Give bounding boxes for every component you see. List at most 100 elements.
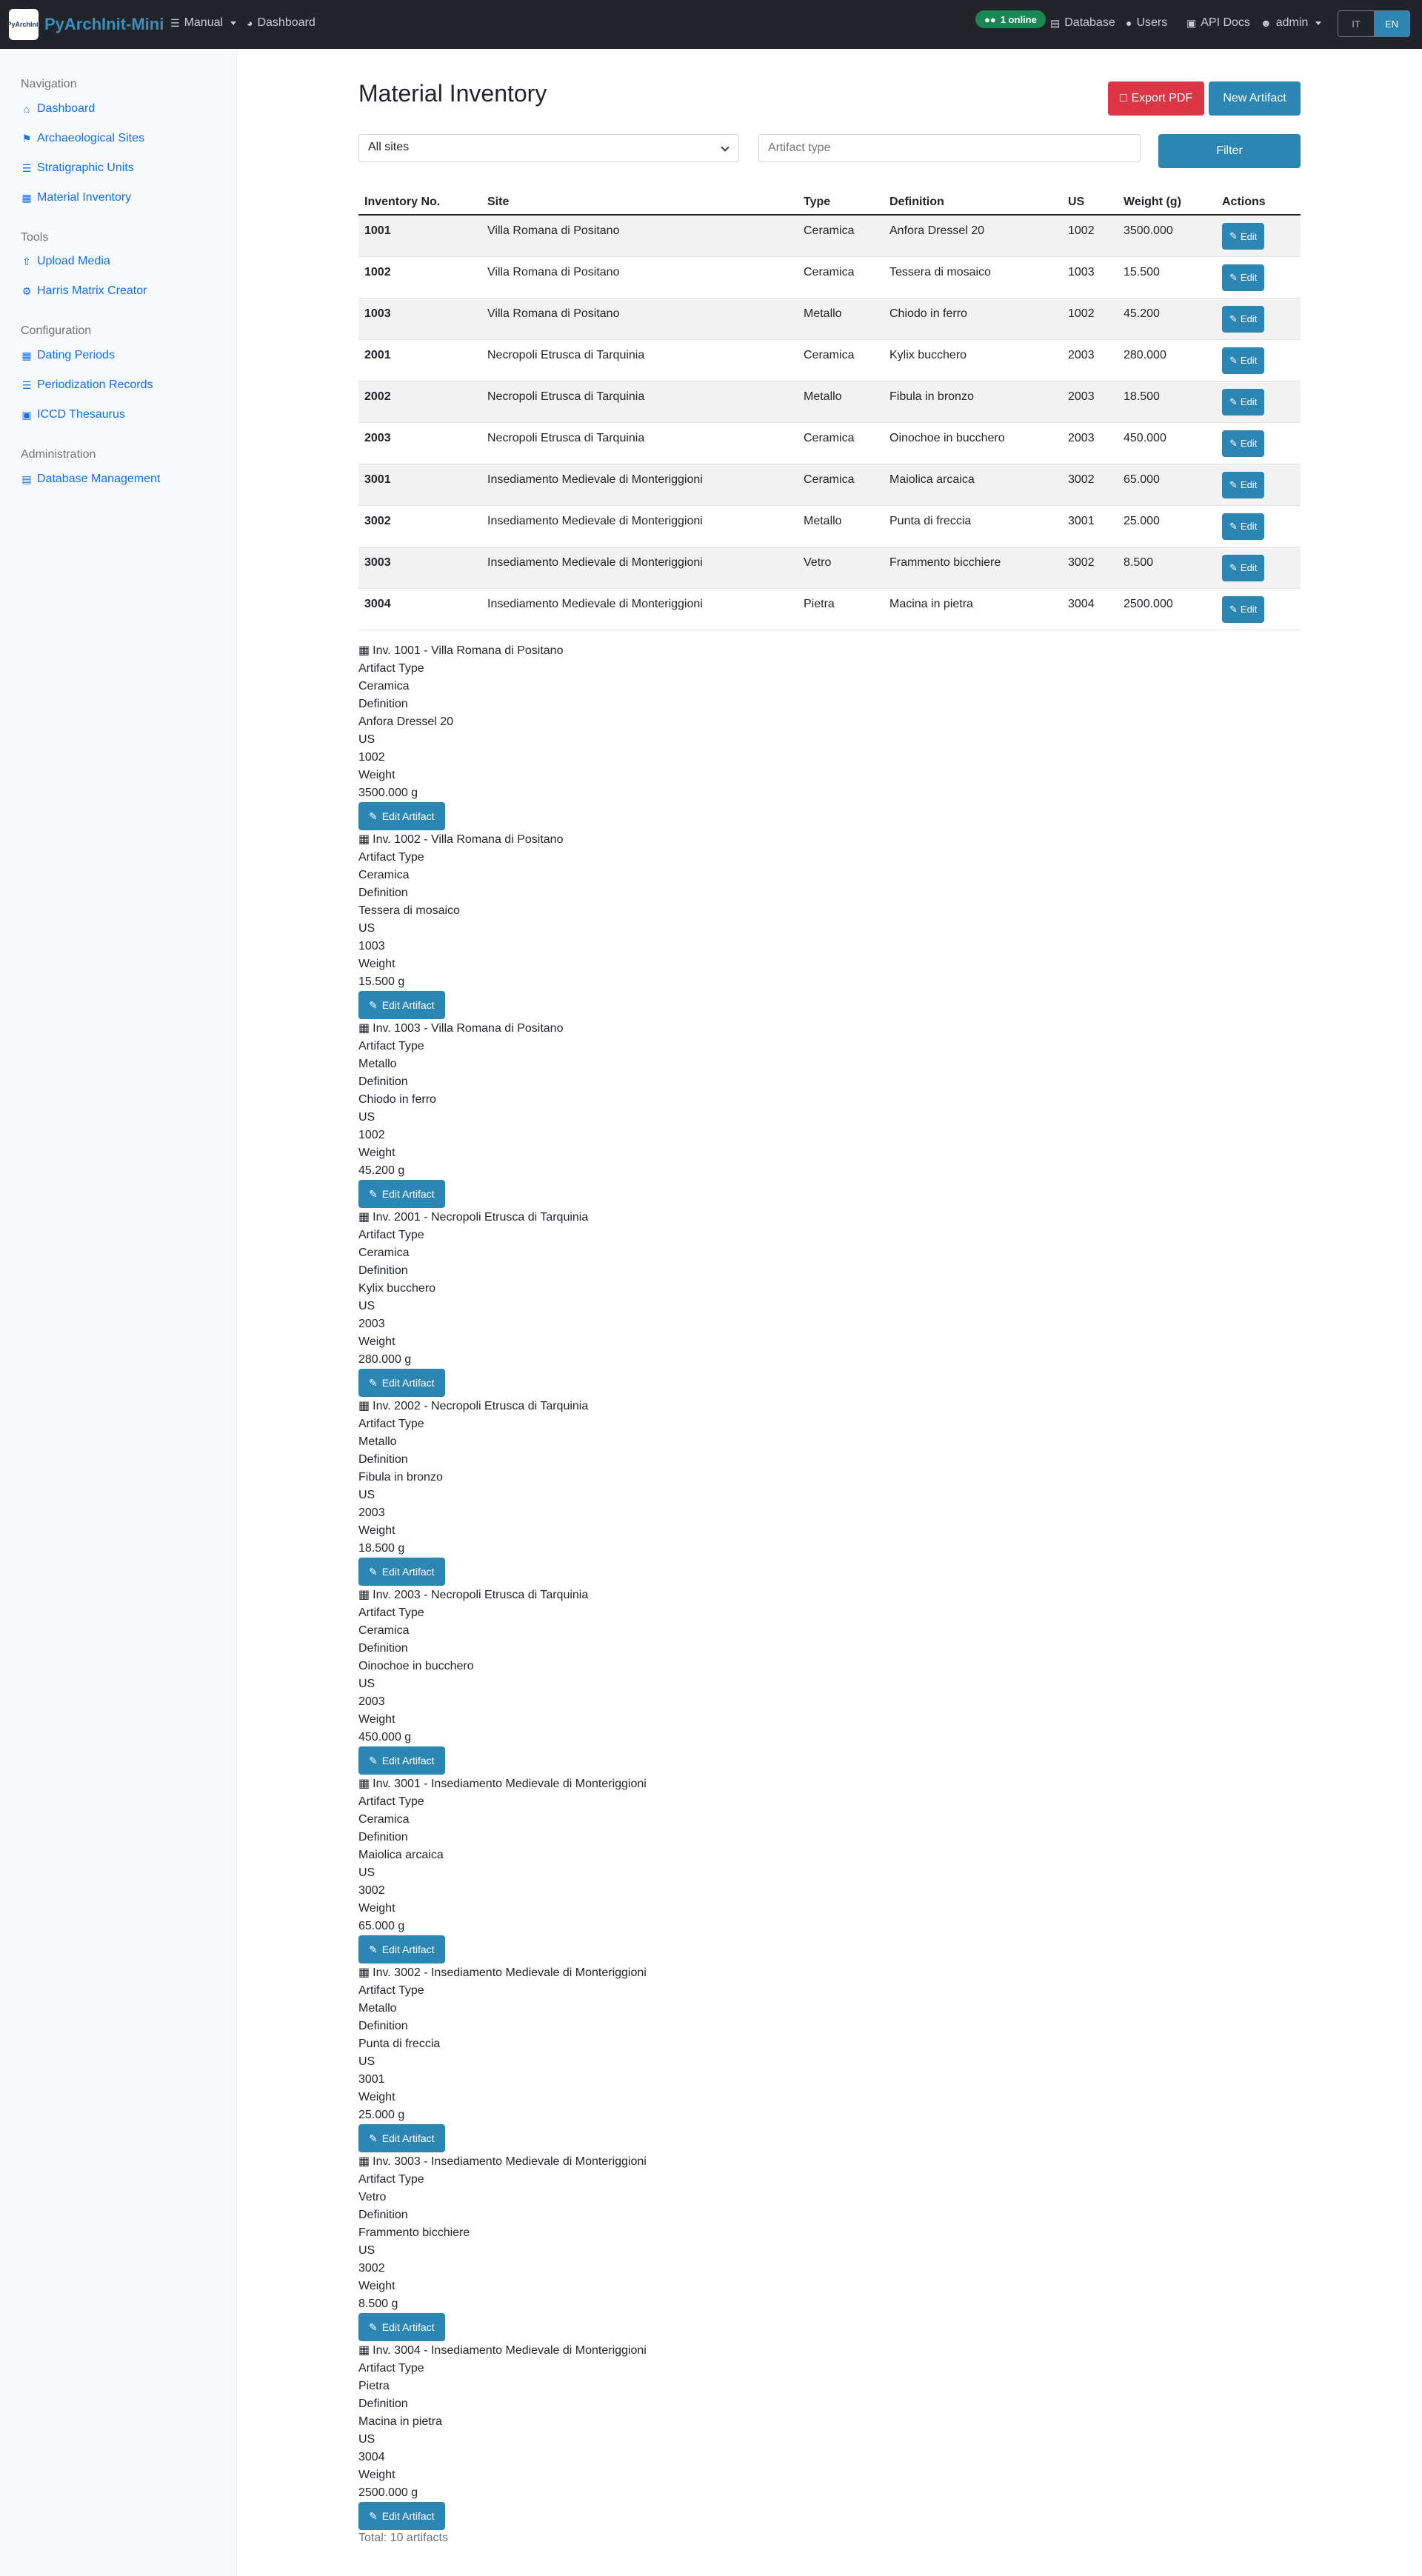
site-select[interactable]: All sites — [358, 134, 739, 162]
label-us: US — [358, 922, 375, 935]
value-definition: Chiodo in ferro — [358, 1093, 436, 1106]
sidebar-item-database-management[interactable]: ▤ Database Management — [21, 473, 160, 486]
export-pdf-label: Export PDF — [1131, 92, 1193, 104]
nav-api-docs-link[interactable]: ▣ API Docs — [1186, 16, 1250, 30]
edit-label: Edit — [1240, 521, 1258, 532]
edit-button[interactable]: ✎ Edit — [1222, 305, 1265, 333]
label-weight: Weight — [358, 2091, 395, 2103]
sidebar-item-stratigraphic-units[interactable]: ☰ Stratigraphic Units — [21, 161, 134, 175]
nav-database-link[interactable]: ▤ Database — [1050, 16, 1115, 30]
cell-definition: Anfora Dressel 20 — [884, 215, 1062, 257]
edit-button[interactable]: ✎ Edit — [1222, 264, 1265, 291]
sidebar-item-material-inventory[interactable]: ▦ Material Inventory — [21, 191, 131, 204]
table-row: 2001 Necropoli Etrusca di Tarquinia Cera… — [358, 339, 1301, 381]
value-weight: 8.500 g — [358, 2298, 398, 2310]
nav-users-link[interactable]: ● Users — [1126, 16, 1167, 30]
nav-dashboard-link[interactable]: ◕ Dashboard — [247, 16, 316, 30]
cell-site: Insediamento Medievale di Monteriggioni — [481, 505, 798, 547]
label-us: US — [358, 2055, 375, 2068]
sidebar-item-dashboard[interactable]: ⌂ Dashboard — [21, 102, 96, 116]
sidebar-item-label: Dating Periods — [37, 349, 115, 361]
edit-icon: ✎ — [1229, 354, 1238, 366]
layers-icon: ☰ — [21, 161, 32, 174]
value-definition: Anfora Dressel 20 — [358, 715, 454, 728]
edit-artifact-button[interactable]: ✎ Edit Artifact — [358, 1180, 445, 1208]
brand-logo[interactable]: PyArchInit — [7, 9, 41, 40]
label-us: US — [358, 1489, 375, 1501]
sidebar-item-upload-media[interactable]: ⇧ Upload Media — [21, 255, 110, 268]
edit-icon: ✎ — [1229, 396, 1238, 407]
value-definition: Frammento bicchiere — [358, 2226, 470, 2239]
card-title: Inv. 3002 - Insediamento Medievale di Mo… — [373, 1966, 647, 1979]
edit-artifact-label: Edit Artifact — [381, 1188, 435, 1200]
sidebar-item-periodization-records[interactable]: ☰ Periodization Records — [21, 378, 153, 392]
edit-artifact-button[interactable]: ✎ Edit Artifact — [358, 2502, 445, 2530]
sidebar-item-iccd-thesaurus[interactable]: ▣ ICCD Thesaurus — [21, 408, 124, 421]
edit-button[interactable]: ✎ Edit — [1222, 595, 1265, 623]
manual-menu[interactable]: ☰ Manual — [170, 16, 237, 30]
value-us: 1003 — [358, 940, 385, 952]
label-definition: Definition — [358, 2020, 408, 2032]
filter-button[interactable]: Filter — [1158, 134, 1301, 168]
top-navbar: PyArchInit PyArchInit-Mini ☰ Manual ◕ Da… — [0, 0, 1422, 49]
sidebar-item-label: Stratigraphic Units — [37, 161, 134, 174]
cell-type: Metallo — [798, 381, 884, 423]
edit-artifact-button[interactable]: ✎ Edit Artifact — [358, 1935, 445, 1963]
lang-en-button[interactable]: EN — [1374, 11, 1409, 36]
edit-artifact-button[interactable]: ✎ Edit Artifact — [358, 1558, 445, 1586]
edit-button[interactable]: ✎ Edit — [1222, 388, 1265, 416]
edit-artifact-button[interactable]: ✎ Edit Artifact — [358, 1369, 445, 1397]
table-row: 3001 Insediamento Medievale di Monterigg… — [358, 464, 1301, 506]
cell-definition: Kylix bucchero — [884, 339, 1062, 381]
edit-button[interactable]: ✎ Edit — [1222, 513, 1265, 540]
new-artifact-button[interactable]: New Artifact — [1209, 81, 1301, 116]
artifact-card: ▦ Inv. 1003 - Villa Romana di Positano Ar… — [358, 1020, 951, 1209]
edit-artifact-button[interactable]: ✎ Edit Artifact — [358, 802, 445, 830]
sidebar-heading-administration: Administration — [21, 448, 96, 461]
brand-name[interactable]: PyArchInit-Mini — [44, 15, 164, 34]
user-menu[interactable]: ☻ admin — [1261, 16, 1322, 30]
col-us: US — [1062, 190, 1118, 216]
value-artifact-type: Pietra — [358, 2380, 390, 2392]
edit-artifact-button[interactable]: ✎ Edit Artifact — [358, 2313, 445, 2341]
edit-artifact-button[interactable]: ✎ Edit Artifact — [358, 1746, 445, 1775]
artifact-card: ▦ Inv. 1002 - Villa Romana di Positano Ar… — [358, 831, 951, 1020]
online-users-badge[interactable]: ●● 1 online — [975, 10, 1046, 28]
edit-artifact-button[interactable]: ✎ Edit Artifact — [358, 2124, 445, 2152]
lang-it-button[interactable]: IT — [1338, 11, 1374, 36]
sidebar-item-harris-matrix-creator[interactable]: ⚙ Harris Matrix Creator — [21, 284, 147, 298]
cell-site: Insediamento Medievale di Monteriggioni — [481, 547, 798, 589]
edit-button[interactable]: ✎ Edit — [1222, 430, 1265, 457]
layers-icon: ☰ — [21, 378, 32, 391]
manual-label: Manual — [184, 16, 224, 29]
label-artifact-type: Artifact Type — [358, 851, 424, 864]
sidebar-item-archaeological-sites[interactable]: ⚑ Archaeological Sites — [21, 132, 144, 145]
sidebar-item-dating-periods[interactable]: ▦ Dating Periods — [21, 349, 115, 362]
card-title: Inv. 3004 - Insediamento Medievale di Mo… — [373, 2344, 647, 2357]
sidebar-item-label: Upload Media — [37, 255, 110, 267]
edit-button[interactable]: ✎ Edit — [1222, 223, 1265, 250]
value-artifact-type: Ceramica — [358, 1247, 410, 1259]
label-weight: Weight — [358, 2280, 395, 2292]
edit-artifact-button[interactable]: ✎ Edit Artifact — [358, 991, 445, 1019]
chevron-down-icon — [230, 21, 237, 25]
archive-icon: ▦ — [21, 191, 32, 204]
export-pdf-button[interactable]: □ Export PDF — [1108, 81, 1204, 116]
archive-icon: ▦ — [358, 1589, 370, 1601]
edit-label: Edit — [1240, 562, 1258, 573]
label-us: US — [358, 2433, 375, 2446]
label-artifact-type: Artifact Type — [358, 1606, 424, 1619]
edit-button[interactable]: ✎ Edit — [1222, 471, 1265, 498]
label-artifact-type: Artifact Type — [358, 1795, 424, 1808]
cell-us: 3001 — [1062, 505, 1118, 547]
cell-weight: 18.500 — [1118, 381, 1216, 423]
cell-actions: ✎ Edit — [1216, 215, 1301, 257]
value-artifact-type: Vetro — [358, 2191, 387, 2203]
artifact-type-input[interactable] — [758, 134, 1141, 162]
card-title: Inv. 1003 - Villa Romana di Positano — [373, 1022, 564, 1035]
api-docs-label: API Docs — [1201, 16, 1250, 29]
label-us: US — [358, 1866, 375, 1879]
edit-button[interactable]: ✎ Edit — [1222, 554, 1265, 581]
cell-weight: 45.200 — [1118, 298, 1216, 340]
edit-button[interactable]: ✎ Edit — [1222, 347, 1265, 374]
